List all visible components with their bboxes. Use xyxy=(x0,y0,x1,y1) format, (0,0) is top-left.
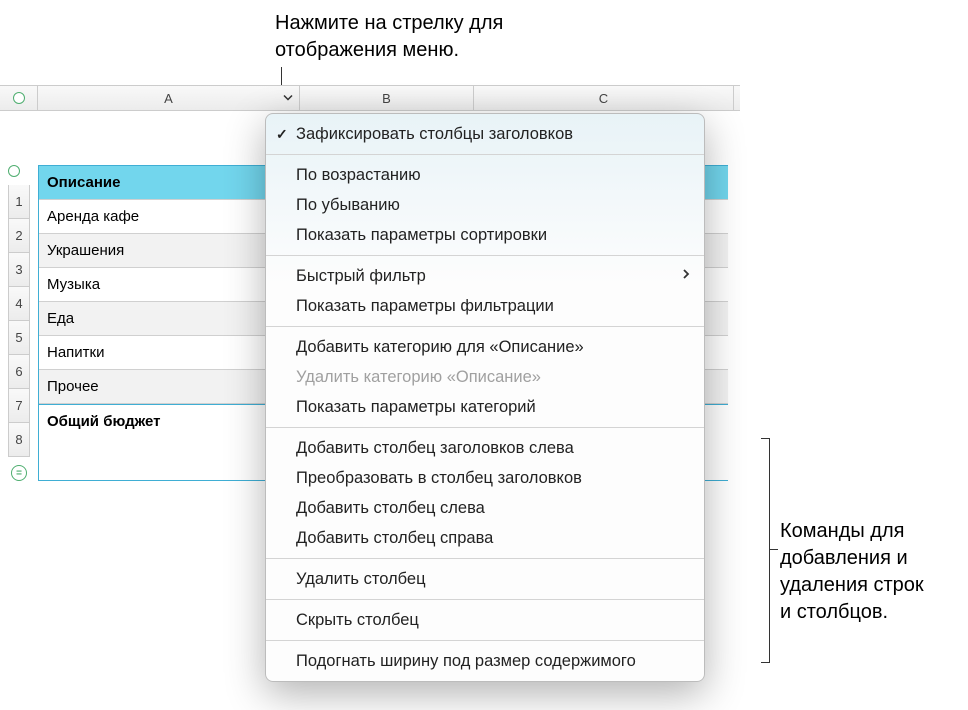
menu-label: Подогнать ширину под размер содержимого xyxy=(296,651,636,671)
menu-label: Добавить столбец справа xyxy=(296,528,493,548)
menu-label: Показать параметры фильтрации xyxy=(296,296,554,316)
row-header-4[interactable]: 4 xyxy=(8,287,30,321)
cell: Напитки xyxy=(47,344,105,361)
column-header-b[interactable]: B xyxy=(300,86,474,110)
callout-right: Команды для добавления и удаления строк … xyxy=(780,518,924,626)
row-header-1[interactable]: 1 xyxy=(8,185,30,219)
cell: Украшения xyxy=(47,242,124,259)
row-header-6[interactable]: 6 xyxy=(8,355,30,389)
menu-show-filter-options[interactable]: Показать параметры фильтрации xyxy=(266,291,704,321)
menu-add-category[interactable]: Добавить категорию для «Описание» xyxy=(266,332,704,362)
row-header-3[interactable]: 3 xyxy=(8,253,30,287)
menu-separator xyxy=(266,599,704,600)
menu-separator xyxy=(266,558,704,559)
menu-label: По убыванию xyxy=(296,195,400,215)
menu-show-sort-options[interactable]: Показать параметры сортировки xyxy=(266,220,704,250)
callout-top-line xyxy=(281,67,282,87)
menu-separator xyxy=(266,640,704,641)
column-header-a[interactable]: A xyxy=(38,86,300,110)
menu-separator xyxy=(266,255,704,256)
chevron-right-icon xyxy=(682,266,690,286)
row-header-2[interactable]: 2 xyxy=(8,219,30,253)
menu-label: Быстрый фильтр xyxy=(296,266,426,286)
row-header-8[interactable]: 8 xyxy=(8,423,30,457)
menu-add-column-left[interactable]: Добавить столбец слева xyxy=(266,493,704,523)
menu-separator xyxy=(266,154,704,155)
menu-label: Показать параметры категорий xyxy=(296,397,536,417)
callout-top: Нажмите на стрелку для отображения меню. xyxy=(275,10,503,64)
cell: Аренда кафе xyxy=(47,208,139,225)
checkmark-icon: ✓ xyxy=(276,124,288,144)
row-header-7[interactable]: 7 xyxy=(8,389,30,423)
menu-delete-column[interactable]: Удалить столбец xyxy=(266,564,704,594)
menu-show-category-options[interactable]: Показать параметры категорий xyxy=(266,392,704,422)
column-header-c[interactable]: C xyxy=(474,86,734,110)
cell: Еда xyxy=(47,310,74,327)
row-headers-column: 1 2 3 4 5 6 7 8 = xyxy=(0,111,38,481)
menu-sort-ascending[interactable]: По возрастанию xyxy=(266,160,704,190)
menu-separator xyxy=(266,427,704,428)
callout-bracket-mid xyxy=(770,549,778,550)
cell-header: Описание xyxy=(47,174,120,191)
column-handle[interactable] xyxy=(0,86,38,110)
chevron-down-icon[interactable] xyxy=(283,93,293,104)
column-header-a-label: A xyxy=(164,91,173,106)
menu-add-column-right[interactable]: Добавить столбец справа xyxy=(266,523,704,553)
cell: Прочее xyxy=(47,378,99,395)
menu-label: Удалить категорию «Описание» xyxy=(296,367,541,387)
column-headers-row: A B C xyxy=(0,85,740,111)
cell-total: Общий бюджет xyxy=(47,413,161,430)
menu-label: Преобразовать в столбец заголовков xyxy=(296,468,582,488)
circle-handle-icon xyxy=(13,92,25,104)
column-context-menu: ✓ Зафиксировать столбцы заголовков По во… xyxy=(265,113,705,682)
menu-label: Добавить категорию для «Описание» xyxy=(296,337,584,357)
menu-convert-to-header-column[interactable]: Преобразовать в столбец заголовков xyxy=(266,463,704,493)
menu-hide-column[interactable]: Скрыть столбец xyxy=(266,605,704,635)
menu-label: По возрастанию xyxy=(296,165,421,185)
menu-label: Зафиксировать столбцы заголовков xyxy=(296,124,573,144)
menu-freeze-header-columns[interactable]: ✓ Зафиксировать столбцы заголовков xyxy=(266,119,704,149)
menu-label: Удалить столбец xyxy=(296,569,426,589)
menu-label: Показать параметры сортировки xyxy=(296,225,547,245)
row-header-5[interactable]: 5 xyxy=(8,321,30,355)
menu-sort-descending[interactable]: По убыванию xyxy=(266,190,704,220)
add-row-handle[interactable]: = xyxy=(11,465,27,481)
menu-add-header-column-left[interactable]: Добавить столбец заголовков слева xyxy=(266,433,704,463)
menu-fit-width[interactable]: Подогнать ширину под размер содержимого xyxy=(266,646,704,676)
menu-separator xyxy=(266,326,704,327)
menu-label: Скрыть столбец xyxy=(296,610,419,630)
menu-label: Добавить столбец заголовков слева xyxy=(296,438,574,458)
menu-delete-category: Удалить категорию «Описание» xyxy=(266,362,704,392)
row-handle-icon[interactable] xyxy=(8,165,20,177)
menu-label: Добавить столбец слева xyxy=(296,498,485,518)
menu-quick-filter[interactable]: Быстрый фильтр xyxy=(266,261,704,291)
column-header-c-label: C xyxy=(599,91,608,106)
cell: Музыка xyxy=(47,276,100,293)
column-header-b-label: B xyxy=(382,91,391,106)
